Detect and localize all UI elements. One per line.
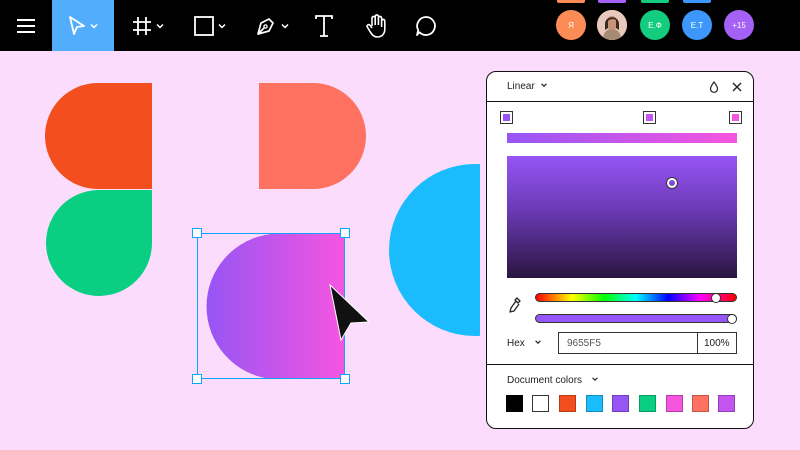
- hamburger-icon: [17, 18, 35, 33]
- pen-nib-icon: [257, 17, 274, 35]
- gradient-stop[interactable]: [498, 109, 515, 129]
- document-color-swatch[interactable]: [718, 395, 735, 412]
- person-photo-icon: [597, 10, 627, 40]
- color-format-label: Hex: [507, 338, 525, 349]
- chevron-down-icon: [281, 23, 289, 29]
- opacity-input[interactable]: 100%: [698, 332, 737, 354]
- stop-swatch: [729, 111, 742, 124]
- eyedropper-icon: [509, 297, 521, 313]
- move-tool-button[interactable]: [52, 0, 114, 51]
- document-color-swatch[interactable]: [586, 395, 603, 412]
- hex-input[interactable]: 9655F5: [558, 332, 698, 354]
- hand-icon: [366, 13, 386, 38]
- color-format-dropdown[interactable]: Hex: [507, 338, 542, 349]
- document-colors-dropdown[interactable]: Document colors: [507, 375, 599, 386]
- avatar-photo[interactable]: [597, 10, 627, 40]
- presence-bar: [598, 0, 626, 3]
- eyedropper-button[interactable]: [508, 296, 522, 314]
- panel-header: Linear: [487, 72, 753, 102]
- stop-swatch: [500, 111, 513, 124]
- stop-swatch: [643, 111, 656, 124]
- chevron-down-icon: [156, 23, 164, 29]
- stop-color: [732, 114, 739, 121]
- close-button[interactable]: [730, 80, 744, 94]
- frame-tool-button[interactable]: [122, 0, 174, 51]
- pen-tool-button[interactable]: [246, 0, 298, 51]
- chevron-down-icon: [90, 23, 98, 29]
- document-color-swatch[interactable]: [532, 395, 549, 412]
- mouse-cursor-icon: [329, 283, 371, 342]
- comment-tool-button[interactable]: [406, 0, 446, 51]
- presence-bar: [557, 0, 585, 3]
- more-collaborators-button[interactable]: +15: [724, 10, 754, 40]
- opacity-slider-knob[interactable]: [727, 314, 737, 324]
- resize-handle[interactable]: [192, 374, 202, 384]
- toolbar: Я Е.Ф Е.Т +15: [0, 0, 800, 51]
- presence-bar: [683, 0, 711, 3]
- stop-color: [646, 114, 653, 121]
- document-color-swatch[interactable]: [666, 395, 683, 412]
- chevron-down-icon: [534, 340, 541, 345]
- chevron-down-icon: [218, 23, 226, 29]
- document-color-swatch[interactable]: [612, 395, 629, 412]
- blue-circle: [389, 164, 480, 336]
- square-icon: [194, 15, 214, 36]
- presence-bar: [641, 0, 669, 3]
- hue-slider-knob[interactable]: [711, 293, 721, 303]
- avatar-initials: Е.Т: [690, 20, 704, 30]
- avatar-count: +15: [732, 20, 746, 30]
- coral-shape: [259, 83, 366, 189]
- hue-slider[interactable]: [535, 293, 737, 302]
- resize-handle[interactable]: [340, 374, 350, 384]
- avatar-initials: Я: [568, 20, 574, 30]
- avatar[interactable]: Е.Ф: [640, 10, 670, 40]
- document-colors-label: Document colors: [507, 375, 583, 386]
- chevron-down-icon: [540, 83, 547, 88]
- avatar[interactable]: Е.Т: [682, 10, 712, 40]
- cursor-arrow-icon: [69, 15, 85, 35]
- selection-box[interactable]: [197, 233, 345, 379]
- type-icon: [315, 14, 333, 37]
- resize-handle[interactable]: [192, 228, 202, 238]
- document-color-swatch[interactable]: [692, 395, 709, 412]
- text-tool-button[interactable]: [304, 0, 344, 51]
- comment-bubble-icon: [416, 15, 436, 36]
- hash-frame-icon: [133, 16, 151, 35]
- resize-handle[interactable]: [340, 228, 350, 238]
- document-color-swatch[interactable]: [639, 395, 656, 412]
- fill-type-label: Linear: [507, 81, 535, 92]
- gradient-bar[interactable]: [507, 133, 737, 143]
- green-shape: [46, 190, 152, 296]
- avatar[interactable]: Я: [556, 10, 586, 40]
- divider: [487, 364, 753, 365]
- red-shape: [45, 83, 152, 189]
- close-icon: [732, 82, 742, 92]
- chevron-down-icon: [591, 377, 598, 382]
- opacity-slider[interactable]: [535, 314, 737, 323]
- avatar-initials: Е.Ф: [648, 20, 662, 30]
- saturation-brightness-picker[interactable]: [507, 156, 737, 278]
- stop-color: [503, 114, 510, 121]
- fill-color-panel: Linear Hex 9655F5 100% Document colors: [486, 71, 754, 429]
- fill-type-dropdown[interactable]: Linear: [507, 81, 548, 92]
- drop-icon: [709, 81, 719, 93]
- gradient-stop[interactable]: [641, 109, 658, 129]
- shape-tool-button[interactable]: [184, 0, 236, 51]
- gradient-stop[interactable]: [727, 109, 744, 129]
- document-color-swatch[interactable]: [506, 395, 523, 412]
- style-button[interactable]: [707, 80, 721, 94]
- hand-tool-button[interactable]: [356, 0, 396, 51]
- main-menu-button[interactable]: [0, 0, 52, 51]
- picker-knob[interactable]: [667, 178, 677, 188]
- document-color-swatch[interactable]: [559, 395, 576, 412]
